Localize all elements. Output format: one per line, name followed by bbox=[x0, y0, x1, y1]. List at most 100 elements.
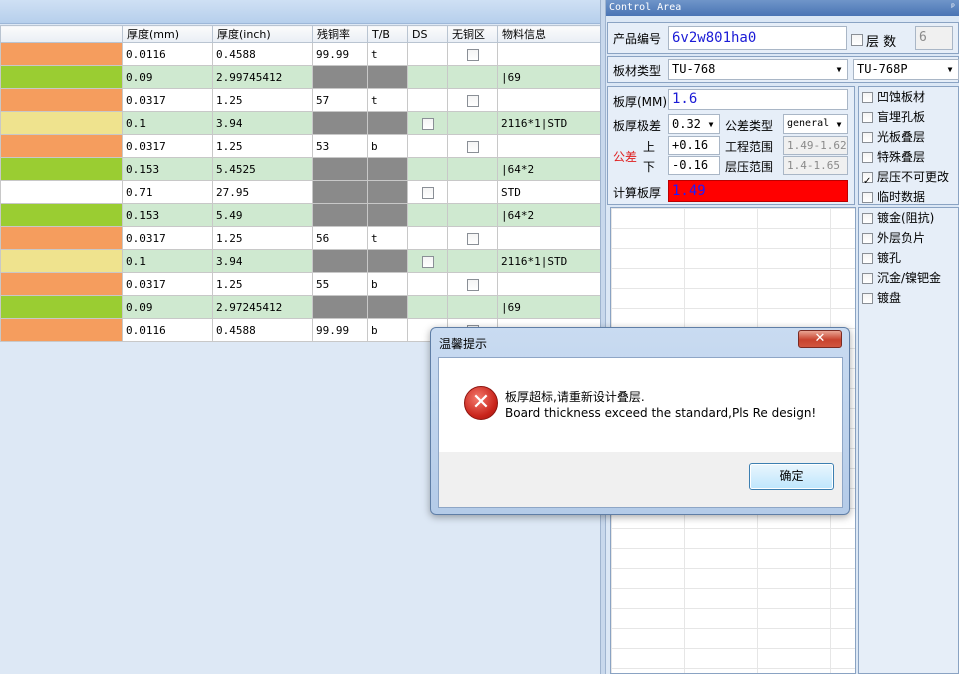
copper-ratio-cell[interactable] bbox=[312, 157, 368, 181]
material-info-cell[interactable]: |64*2 bbox=[497, 157, 600, 181]
option-options_top-0[interactable]: 凹蚀板材 bbox=[862, 88, 925, 105]
thickness-mm-cell[interactable]: 0.1 bbox=[122, 111, 213, 135]
no-copper-cell[interactable] bbox=[447, 88, 498, 112]
option-options_top-5[interactable]: 临时数据 bbox=[862, 188, 925, 205]
option-options_bottom-0[interactable]: 镀金(阻抗) bbox=[862, 209, 934, 226]
material-info-cell[interactable]: 2116*1|STD bbox=[497, 111, 600, 135]
copper-ratio-cell[interactable]: 53 bbox=[312, 134, 368, 158]
thickness-mm-cell[interactable]: 0.0116 bbox=[122, 318, 213, 342]
checkbox[interactable] bbox=[862, 132, 873, 143]
no-copper-cell[interactable] bbox=[447, 249, 498, 273]
checkbox[interactable] bbox=[862, 213, 873, 224]
calc-thickness-field[interactable]: 1.49 bbox=[668, 180, 848, 202]
layer-color-cell[interactable] bbox=[0, 249, 123, 273]
layer-color-cell[interactable] bbox=[0, 272, 123, 296]
ds-cell[interactable] bbox=[407, 249, 448, 273]
lower-tolerance-field[interactable]: -0.16 bbox=[668, 156, 720, 175]
tolerance-grade-select[interactable]: 0.32 ▼ bbox=[668, 114, 720, 134]
copper-ratio-cell[interactable]: 57 bbox=[312, 88, 368, 112]
ds-checkbox[interactable] bbox=[421, 186, 434, 199]
material-info-cell[interactable] bbox=[497, 42, 600, 66]
no-copper-cell[interactable] bbox=[447, 226, 498, 250]
no-copper-cell[interactable] bbox=[447, 180, 498, 204]
option-options_bottom-2[interactable]: 镀孔 bbox=[862, 249, 901, 266]
thickness-mm-cell[interactable]: 0.153 bbox=[122, 157, 213, 181]
ds-checkbox[interactable] bbox=[421, 255, 434, 268]
thickness-mm-cell[interactable]: 0.0116 bbox=[122, 42, 213, 66]
copper-ratio-cell[interactable]: 99.99 bbox=[312, 318, 368, 342]
thickness-field[interactable]: 1.6 bbox=[668, 89, 848, 110]
thickness-inch-cell[interactable]: 3.94 bbox=[212, 111, 313, 135]
upper-tolerance-field[interactable]: +0.16 bbox=[668, 136, 720, 155]
material-info-cell[interactable] bbox=[497, 272, 600, 296]
checkbox[interactable] bbox=[862, 152, 873, 163]
no-copper-checkbox[interactable] bbox=[466, 232, 479, 245]
layers-field[interactable]: 6 bbox=[915, 26, 953, 50]
table-row[interactable]: 0.09 2.99745412 |69 bbox=[0, 65, 600, 89]
tb-cell[interactable] bbox=[367, 295, 408, 319]
table-row[interactable]: 0.153 5.49 |64*2 bbox=[0, 203, 600, 227]
material-info-cell[interactable]: |69 bbox=[497, 65, 600, 89]
copper-ratio-cell[interactable]: 99.99 bbox=[312, 42, 368, 66]
thickness-inch-cell[interactable]: 3.94 bbox=[212, 249, 313, 273]
ds-cell[interactable] bbox=[407, 180, 448, 204]
thickness-mm-cell[interactable]: 0.0317 bbox=[122, 226, 213, 250]
ds-cell[interactable] bbox=[407, 111, 448, 135]
col-header-color[interactable] bbox=[0, 25, 123, 43]
layer-color-cell[interactable] bbox=[0, 203, 123, 227]
eng-range-field[interactable]: 1.49-1.62 bbox=[783, 136, 848, 155]
table-row[interactable]: 0.71 27.95 STD bbox=[0, 180, 600, 204]
tb-cell[interactable] bbox=[367, 111, 408, 135]
copper-ratio-cell[interactable] bbox=[312, 111, 368, 135]
thickness-inch-cell[interactable]: 0.4588 bbox=[212, 318, 313, 342]
tb-cell[interactable] bbox=[367, 65, 408, 89]
no-copper-cell[interactable] bbox=[447, 42, 498, 66]
table-row[interactable]: 0.0116 0.4588 99.99 t bbox=[0, 42, 600, 66]
product-code-field[interactable]: 6v2w801ha0 bbox=[668, 26, 847, 50]
table-row[interactable]: 0.0317 1.25 53 b bbox=[0, 134, 600, 158]
thickness-inch-cell[interactable]: 1.25 bbox=[212, 134, 313, 158]
thickness-inch-cell[interactable]: 5.49 bbox=[212, 203, 313, 227]
table-row[interactable]: 0.153 5.4525 |64*2 bbox=[0, 157, 600, 181]
copper-ratio-cell[interactable] bbox=[312, 295, 368, 319]
layer-color-cell[interactable] bbox=[0, 111, 123, 135]
option-options_bottom-4[interactable]: 镀盘 bbox=[862, 289, 901, 306]
press-range-field[interactable]: 1.4-1.65 bbox=[783, 156, 848, 175]
thickness-mm-cell[interactable]: 0.153 bbox=[122, 203, 213, 227]
checkbox[interactable] bbox=[862, 92, 873, 103]
no-copper-cell[interactable] bbox=[447, 65, 498, 89]
option-options_bottom-1[interactable]: 外层负片 bbox=[862, 229, 925, 246]
tb-cell[interactable] bbox=[367, 249, 408, 273]
pin-icon[interactable]: ᵖ bbox=[950, 0, 956, 16]
thickness-inch-cell[interactable]: 1.25 bbox=[212, 226, 313, 250]
thickness-mm-cell[interactable]: 0.71 bbox=[122, 180, 213, 204]
no-copper-checkbox[interactable] bbox=[466, 48, 479, 61]
material-info-cell[interactable]: |69 bbox=[497, 295, 600, 319]
tb-cell[interactable] bbox=[367, 203, 408, 227]
table-row[interactable]: 0.0317 1.25 57 t bbox=[0, 88, 600, 112]
close-button[interactable]: ✕ bbox=[798, 330, 842, 348]
no-copper-cell[interactable] bbox=[447, 295, 498, 319]
thickness-mm-cell[interactable]: 0.0317 bbox=[122, 272, 213, 296]
thickness-mm-cell[interactable]: 0.0317 bbox=[122, 134, 213, 158]
copper-ratio-cell[interactable]: 55 bbox=[312, 272, 368, 296]
checkbox[interactable] bbox=[862, 192, 873, 203]
thickness-inch-cell[interactable]: 0.4588 bbox=[212, 42, 313, 66]
col-header-inch[interactable]: 厚度(inch) bbox=[212, 25, 313, 43]
no-copper-checkbox[interactable] bbox=[466, 140, 479, 153]
table-row[interactable]: 0.09 2.97245412 |69 bbox=[0, 295, 600, 319]
layers-checkbox[interactable] bbox=[851, 34, 863, 46]
tb-cell[interactable]: t bbox=[367, 226, 408, 250]
board-type-select-2[interactable]: TU-768P ▼ bbox=[853, 59, 959, 80]
no-copper-checkbox[interactable] bbox=[466, 94, 479, 107]
material-info-cell[interactable]: 2116*1|STD bbox=[497, 249, 600, 273]
checked-checkbox[interactable]: ✓ bbox=[862, 172, 873, 187]
layer-color-cell[interactable] bbox=[0, 157, 123, 181]
col-header-tb[interactable]: T/B bbox=[367, 25, 408, 43]
no-copper-cell[interactable] bbox=[447, 111, 498, 135]
table-row[interactable]: 0.0317 1.25 55 b bbox=[0, 272, 600, 296]
option-options_top-3[interactable]: 特殊叠层 bbox=[862, 148, 925, 165]
tb-cell[interactable]: t bbox=[367, 42, 408, 66]
no-copper-cell[interactable] bbox=[447, 134, 498, 158]
copper-ratio-cell[interactable]: 56 bbox=[312, 226, 368, 250]
